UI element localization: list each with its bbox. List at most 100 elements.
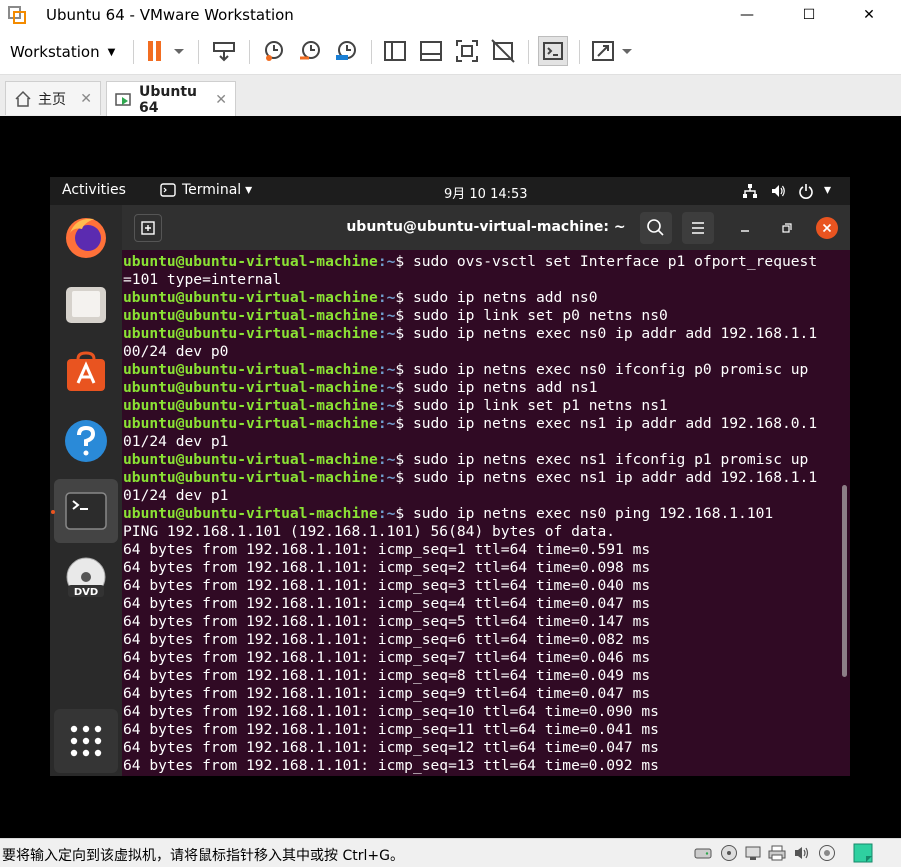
firefox-icon[interactable] [62, 213, 110, 261]
terminal-app-menu[interactable]: Terminal ▾ [160, 182, 252, 198]
line-text: sudo ip netns add ns0 [412, 289, 598, 306]
hard-disk-icon[interactable] [694, 844, 712, 862]
terminal-command-line: ubuntu@ubuntu-virtual-machine:~$ sudo ip… [123, 289, 817, 307]
pause-dropdown-icon[interactable] [172, 38, 186, 64]
message-icon[interactable] [853, 843, 873, 863]
terminal-icon[interactable] [62, 487, 110, 535]
line-text: PING 192.168.1.101 (192.168.1.101) 56(84… [123, 523, 616, 540]
line-text: 00/24 dev p0 [123, 343, 229, 360]
terminal-output[interactable]: ubuntu@ubuntu-virtual-machine:~$ sudo ov… [122, 250, 850, 776]
prompt-path: :~ [377, 307, 396, 324]
terminal-command-line: ubuntu@ubuntu-virtual-machine:~$ sudo ip… [123, 307, 817, 325]
send-keys-icon[interactable] [211, 38, 237, 64]
tab-ubuntu-64[interactable]: Ubuntu 64 ✕ [106, 81, 236, 117]
clock[interactable]: 9月 10 14:53 [444, 183, 528, 202]
chevron-down-icon: ▼ [107, 46, 116, 58]
maximize-button[interactable]: ☐ [786, 0, 832, 30]
minimize-icon[interactable] [736, 219, 754, 237]
help-icon[interactable] [62, 417, 110, 465]
prompt-symbol: $ [395, 469, 413, 486]
chevron-down-icon: ▾ [245, 182, 253, 198]
terminal-scrollbar[interactable] [842, 485, 847, 677]
prompt-user: ubuntu@ubuntu-virtual-machine [123, 505, 378, 522]
prompt-user: ubuntu@ubuntu-virtual-machine [123, 361, 378, 378]
minimize-button[interactable]: — [724, 0, 770, 30]
dvd-icon[interactable]: DVD [62, 555, 110, 603]
app-grid-icon[interactable] [54, 709, 118, 773]
console-view-icon[interactable] [538, 36, 568, 66]
line-text: sudo ip netns exec ns0 ping 192.168.1.10… [412, 505, 774, 522]
sound-icon[interactable] [793, 844, 811, 862]
workstation-menu[interactable]: Workstation ▼ [10, 43, 115, 61]
line-text: 01/24 dev p1 [123, 433, 229, 450]
prompt-path: :~ [377, 361, 396, 378]
prompt-symbol: $ [395, 415, 413, 432]
prompt-user: ubuntu@ubuntu-virtual-machine [123, 325, 378, 342]
line-text: 64 bytes from 192.168.1.101: icmp_seq=13… [123, 757, 659, 774]
tab-label: 主页 [38, 91, 66, 108]
volume-icon[interactable] [770, 183, 786, 199]
line-text: 64 bytes from 192.168.1.101: icmp_seq=9 … [123, 685, 651, 702]
vmware-logo-icon [8, 6, 26, 24]
restore-icon[interactable] [778, 219, 796, 237]
thumbnail-view-icon[interactable] [418, 38, 444, 64]
terminal-output-line: 64 bytes from 192.168.1.101: icmp_seq=10… [123, 703, 817, 721]
prompt-symbol: $ [395, 361, 413, 378]
library-view-icon[interactable] [382, 38, 408, 64]
prompt-symbol: $ [395, 379, 413, 396]
full-screen-icon[interactable] [454, 38, 480, 64]
search-icon[interactable] [640, 212, 672, 244]
close-button[interactable]: ✕ [846, 0, 892, 30]
line-text: sudo ip netns add ns1 [412, 379, 598, 396]
unity-icon[interactable] [490, 38, 516, 64]
prompt-path: :~ [377, 469, 396, 486]
snapshot-icon[interactable] [261, 38, 287, 64]
tab-home[interactable]: 主页 ✕ [5, 81, 101, 115]
line-text: 64 bytes from 192.168.1.101: icmp_seq=2 … [123, 559, 651, 576]
prompt-symbol: $ [395, 397, 413, 414]
files-icon[interactable] [62, 281, 110, 329]
prompt-path: :~ [377, 253, 396, 270]
tab-label: Ubuntu 64 [139, 83, 197, 116]
line-text: 64 bytes from 192.168.1.101: icmp_seq=12… [123, 739, 659, 756]
terminal-command-line: ubuntu@ubuntu-virtual-machine:~$ sudo ip… [123, 361, 817, 379]
prompt-user: ubuntu@ubuntu-virtual-machine [123, 469, 378, 486]
prompt-symbol: $ [395, 325, 413, 342]
display-icon[interactable] [818, 844, 836, 862]
power-icon[interactable] [798, 183, 814, 199]
network-icon[interactable] [742, 183, 758, 199]
close-icon[interactable] [816, 217, 838, 239]
terminal-output-line: 64 bytes from 192.168.1.101: icmp_seq=8 … [123, 667, 817, 685]
stretch-dropdown-icon[interactable] [620, 38, 634, 64]
terminal-command-line: ubuntu@ubuntu-virtual-machine:~$ sudo ip… [123, 505, 817, 523]
hamburger-menu-icon[interactable] [682, 212, 714, 244]
close-icon[interactable]: ✕ [215, 92, 227, 108]
toolbar-divider [579, 40, 580, 64]
pause-icon[interactable] [142, 38, 168, 64]
software-icon[interactable] [62, 349, 110, 397]
network-adapter-icon[interactable] [744, 844, 762, 862]
line-text: sudo ip link set p0 netns ns0 [412, 307, 668, 324]
printer-icon[interactable] [768, 844, 786, 862]
line-text: 01/24 dev p1 [123, 487, 229, 504]
prompt-user: ubuntu@ubuntu-virtual-machine [123, 289, 378, 306]
terminal-output-line: 64 bytes from 192.168.1.101: icmp_seq=3 … [123, 577, 817, 595]
revert-snapshot-icon[interactable] [297, 38, 323, 64]
terminal-command-line: ubuntu@ubuntu-virtual-machine:~$ sudo ip… [123, 451, 817, 469]
terminal-small-icon [160, 183, 176, 197]
toolbar-divider [528, 40, 529, 64]
line-text: 64 bytes from 192.168.1.101: icmp_seq=6 … [123, 631, 651, 648]
chevron-down-icon[interactable]: ▾ [824, 182, 831, 198]
stretch-icon[interactable] [590, 38, 616, 64]
terminal-output-line: 64 bytes from 192.168.1.101: icmp_seq=9 … [123, 685, 817, 703]
terminal-output-line: 64 bytes from 192.168.1.101: icmp_seq=5 … [123, 613, 817, 631]
prompt-path: :~ [377, 397, 396, 414]
prompt-symbol: $ [395, 307, 413, 324]
cd-icon[interactable] [720, 844, 738, 862]
line-text: sudo ip netns exec ns1 ifconfig p1 promi… [412, 451, 809, 468]
snapshot-manager-icon[interactable] [333, 38, 359, 64]
close-icon[interactable]: ✕ [80, 91, 92, 107]
terminal-command-line: ubuntu@ubuntu-virtual-machine:~$ sudo ip… [123, 379, 817, 397]
activities-button[interactable]: Activities [62, 182, 126, 198]
line-text: 64 bytes from 192.168.1.101: icmp_seq=8 … [123, 667, 651, 684]
